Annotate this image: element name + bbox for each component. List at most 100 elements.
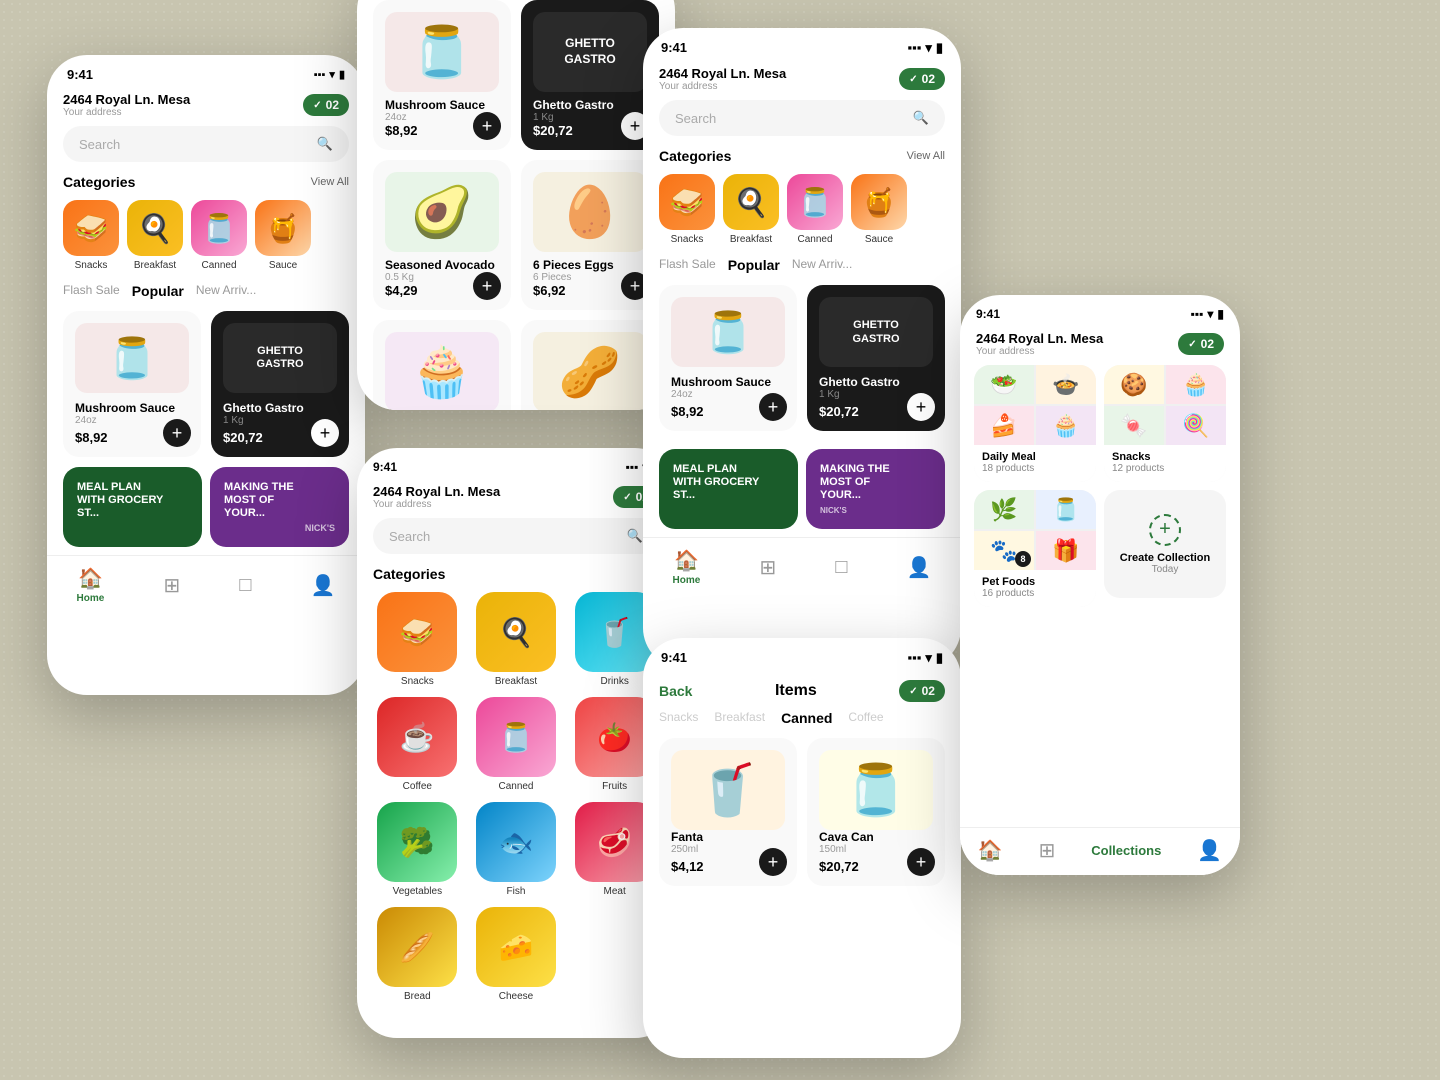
cart-badge-5[interactable]: ✓ 02 [899, 680, 945, 702]
collection-daily-meal-6[interactable]: 🥗 🍲 🍰 🧁 Daily Meal 18 products [974, 365, 1096, 482]
cat-sauce-1[interactable]: 🍯 Sauce [255, 200, 311, 271]
banner-meal-plan-1[interactable]: MEAL PLANWITH GROCERYST... [63, 467, 202, 547]
name-avocado-2: Seasoned Avocado [385, 258, 499, 272]
product-cupcake-2: 🧁 [373, 320, 511, 410]
cat-cheese-3[interactable]: 🧀 Cheese [472, 907, 561, 1002]
nav-grid-1[interactable]: ⊞ [163, 573, 180, 598]
cat-snacks-1[interactable]: 🥪 Snacks [63, 200, 119, 271]
nav-home-6[interactable]: 🏠 [978, 838, 1003, 863]
cat-fish-3[interactable]: 🐟 Fish [472, 802, 561, 897]
nav-profile-1[interactable]: 👤 [311, 573, 336, 598]
signal-icon-1: ▪▪▪ [314, 69, 326, 81]
cat-fish-label-3: Fish [507, 886, 526, 897]
nav-box-4[interactable]: □ [835, 556, 847, 579]
img-mushroom-4: 🫙 [671, 297, 785, 367]
nav-box-1[interactable]: □ [239, 574, 251, 597]
tab-popular-1[interactable]: Popular [132, 283, 184, 299]
cat-breakfast-1[interactable]: 🍳 Breakfast [127, 200, 183, 271]
tab-new-arrivals-1[interactable]: New Arriv... [196, 283, 256, 299]
img-mushroom-2: 🫙 [385, 12, 499, 92]
tab-flash-sale-1[interactable]: Flash Sale [63, 283, 120, 299]
cart-count-6: 02 [1201, 337, 1214, 351]
add-mushroom-btn-1[interactable]: + [163, 419, 191, 447]
add-ghetto-btn-4[interactable]: + [907, 393, 935, 421]
collection-pet-foods-6[interactable]: 🌿 🫙 🐾 8 🎁 Pet Foods 16 products [974, 490, 1096, 607]
categories-header-1: Categories View All [47, 174, 365, 200]
cart-badge-1[interactable]: ✓ 02 [303, 94, 349, 116]
status-icons-5: ▪▪▪ ▾ ▮ [907, 650, 943, 666]
nav-collections-6[interactable]: Collections [1091, 843, 1161, 858]
view-all-4[interactable]: View All [907, 150, 945, 162]
cat-fish-icon-3: 🐟 [476, 802, 556, 882]
product-avocado-2: 🥑 Seasoned Avocado 0.5 Kg $4,29 + [373, 160, 511, 310]
create-collection-card-6[interactable]: + Create Collection Today [1104, 490, 1226, 598]
banner-making-most-1[interactable]: MAKING THEMOST OFYOUR... NICK'S [210, 467, 349, 547]
product-eggs-2: 🥚 6 Pieces Eggs 6 Pieces $6,92 + [521, 160, 659, 310]
tab-breakfast-5[interactable]: Breakfast [714, 710, 765, 726]
collection-snacks-6[interactable]: 🍪 🧁 🍬 🍭 Snacks 12 products [1104, 365, 1226, 482]
status-icons-6: ▪▪▪ ▾ ▮ [1191, 307, 1224, 321]
cat-snacks-4[interactable]: 🥪 Snacks [659, 174, 715, 245]
add-avocado-btn-2[interactable]: + [473, 272, 501, 300]
search-bar-4[interactable]: Search 🔍 [659, 100, 945, 136]
nav-profile-6[interactable]: 👤 [1197, 838, 1222, 863]
nav-home-1[interactable]: 🏠 Home [77, 566, 105, 604]
wifi-icon-1: ▾ [329, 68, 335, 81]
cat-coffee-3[interactable]: ☕ Coffee [373, 697, 462, 792]
address-bar-4: 2464 Royal Ln. Mesa Your address ✓ 02 [643, 62, 961, 100]
banner-making-most-4[interactable]: MAKING THEMOST OFYOUR... NICK'S [806, 449, 945, 529]
cat-breakfast-label-1: Breakfast [134, 260, 176, 271]
cat-sauce-label-4: Sauce [865, 234, 893, 245]
cat-breakfast-4[interactable]: 🍳 Breakfast [723, 174, 779, 245]
cat-breakfast-3[interactable]: 🍳 Breakfast [472, 592, 561, 687]
cat-sauce-icon-4: 🍯 [851, 174, 907, 230]
tab-popular-4[interactable]: Popular [728, 257, 780, 273]
cat-canned-3[interactable]: 🫙 Canned [472, 697, 561, 792]
categories-grid-3b: 🥖 Bread 🧀 Cheese [357, 907, 675, 1012]
cat-vegetables-3[interactable]: 🥦 Vegetables [373, 802, 462, 897]
tab-coffee-5[interactable]: Coffee [848, 710, 883, 726]
collection-daily-meal-count-6: 18 products [982, 463, 1088, 474]
address-sub-6: Your address [976, 346, 1103, 357]
name-ghetto-4: Ghetto Gastro [819, 375, 933, 389]
cat-canned-4[interactable]: 🫙 Canned [787, 174, 843, 245]
pet-img3-6: 🐾 8 [974, 531, 1034, 570]
view-all-1[interactable]: View All [311, 176, 349, 188]
collection-snacks-count-6: 12 products [1112, 463, 1218, 474]
cart-count-1: 02 [326, 98, 339, 112]
add-mushroom-btn-2[interactable]: + [473, 112, 501, 140]
search-bar-1[interactable]: Search 🔍 [63, 126, 349, 162]
add-ghetto-btn-1[interactable]: + [311, 419, 339, 447]
img-ghetto-2: GHETTOGASTRO [533, 12, 647, 92]
signal-icon-3: ▪▪▪ [626, 460, 639, 474]
cat-bread-3[interactable]: 🥖 Bread [373, 907, 462, 1002]
wifi-icon-6: ▾ [1207, 307, 1213, 321]
nav-profile-4[interactable]: 👤 [907, 555, 932, 580]
back-button-5[interactable]: Back [659, 683, 692, 699]
banner-meal-plan-4[interactable]: MEAL PLANWITH GROCERYST... [659, 449, 798, 529]
cat-snacks-label-4: Snacks [671, 234, 704, 245]
categories-title-4: Categories [659, 148, 731, 164]
cat-snacks-3[interactable]: 🥪 Snacks [373, 592, 462, 687]
tab-new-arrivals-4[interactable]: New Arriv... [792, 257, 852, 273]
search-icon-1: 🔍 [317, 136, 333, 152]
search-bar-3[interactable]: Search 🔍 [373, 518, 659, 554]
add-cava-btn-5[interactable]: + [907, 848, 935, 876]
cart-badge-4[interactable]: ✓ 02 [899, 68, 945, 90]
cart-badge-6[interactable]: ✓ 02 [1178, 333, 1224, 355]
nav-home-label-4: Home [673, 575, 701, 586]
tab-flash-sale-4[interactable]: Flash Sale [659, 257, 716, 273]
cat-sauce-4[interactable]: 🍯 Sauce [851, 174, 907, 245]
nav-home-4[interactable]: 🏠 Home [673, 548, 701, 586]
tab-snacks-5[interactable]: Snacks [659, 710, 698, 726]
nav-grid-4[interactable]: ⊞ [759, 555, 776, 580]
cat-canned-icon-3: 🫙 [476, 697, 556, 777]
tab-canned-5[interactable]: Canned [781, 710, 832, 726]
cat-meat-label-3: Meat [604, 886, 626, 897]
nav-grid-6[interactable]: ⊞ [1039, 838, 1056, 863]
cat-canned-1[interactable]: 🫙 Canned [191, 200, 247, 271]
categories-row-4: 🥪 Snacks 🍳 Breakfast 🫙 Canned 🍯 Sauce [643, 174, 961, 257]
add-fanta-btn-5[interactable]: + [759, 848, 787, 876]
add-mushroom-btn-4[interactable]: + [759, 393, 787, 421]
product-grid-2: 🫙 Mushroom Sauce 24oz $8,92 + GHETTOGAST… [357, 0, 675, 410]
